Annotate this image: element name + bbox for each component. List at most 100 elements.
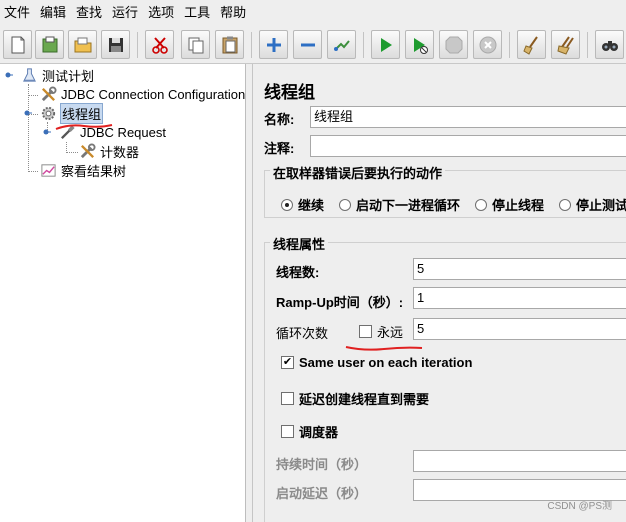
same-user-checkbox[interactable]: ✔ Same user on each iteration: [281, 355, 472, 370]
tree-node-jdbc-connection-configuration[interactable]: JDBC Connection Configuration: [39, 85, 246, 104]
save-icon: [108, 37, 123, 52]
tree-node-view-results-tree[interactable]: 察看结果树: [39, 161, 127, 180]
open-button[interactable]: [68, 30, 97, 59]
test-plan-icon: [20, 67, 38, 85]
search-button[interactable]: [595, 30, 624, 59]
collapse-all-button[interactable]: [293, 30, 322, 59]
start-button[interactable]: [371, 30, 400, 59]
toolbar-separator: [363, 32, 364, 58]
minus-icon: [300, 43, 315, 46]
radio-label: 启动下一进程循环: [356, 198, 461, 213]
new-button[interactable]: [3, 30, 32, 59]
shutdown-button[interactable]: [473, 30, 502, 59]
rampup-label: Ramp-Up时间（秒）:: [276, 295, 404, 310]
delay-thread-creation-checkbox[interactable]: 延迟创建线程直到需要: [281, 389, 429, 408]
checkbox-indicator: ✔: [281, 356, 294, 369]
menu-options[interactable]: 选项: [144, 0, 180, 26]
duration-field[interactable]: [413, 450, 626, 472]
radio-stop-test[interactable]: 停止测试: [559, 195, 626, 214]
radio-label: 停止测试: [576, 198, 626, 213]
wrench-icon: [39, 86, 57, 104]
rampup-field[interactable]: 1: [413, 287, 626, 309]
threads-field[interactable]: 5: [413, 258, 626, 280]
menu-search[interactable]: 查找: [72, 0, 108, 26]
tree-node-label: JDBC Connection Configuration: [61, 87, 246, 102]
broom-icon: [522, 35, 538, 55]
shutdown-icon: [479, 36, 496, 53]
cut-button[interactable]: [145, 30, 174, 59]
delay-label: 延迟创建线程直到需要: [299, 392, 430, 407]
radio-start-next-loop[interactable]: 启动下一进程循环: [339, 195, 460, 214]
play-no-pause-icon: [413, 37, 428, 54]
tree-node-label: 察看结果树: [61, 164, 127, 179]
checkbox-indicator: [281, 425, 294, 438]
chart-icon: [39, 162, 57, 180]
radio-indicator: [339, 198, 351, 211]
scissors-icon: [151, 36, 168, 54]
plus-icon: [266, 37, 281, 52]
tree-node-label: 测试计划: [42, 69, 95, 84]
start-no-pauses-button[interactable]: [405, 30, 434, 59]
menu-tools[interactable]: 工具: [180, 0, 216, 26]
toolbar-separator: [509, 32, 510, 58]
tree-expand-handle[interactable]: [24, 110, 33, 119]
radio-indicator: [475, 198, 487, 211]
annotation-underline: [345, 346, 423, 351]
watermark: CSDN @PS测: [547, 501, 612, 512]
split-divider[interactable]: [246, 64, 253, 522]
startup-delay-label: 启动延迟（秒）: [276, 486, 368, 501]
clear-all-button[interactable]: [551, 30, 580, 59]
radio-indicator: [281, 198, 293, 211]
tree-node-counter[interactable]: 计数器: [78, 142, 140, 161]
paste-button[interactable]: [215, 30, 244, 59]
radio-stop-thread[interactable]: 停止线程: [475, 195, 544, 214]
loop-count-field[interactable]: 5: [413, 318, 626, 340]
tree-expand-handle[interactable]: [5, 72, 14, 81]
menu-help[interactable]: 帮助: [216, 0, 252, 26]
radio-continue[interactable]: 继续: [281, 195, 324, 214]
checkbox-indicator: [359, 325, 372, 338]
toggle-button[interactable]: [327, 30, 356, 59]
forever-checkbox[interactable]: 永远: [359, 322, 403, 341]
toolbar-separator: [587, 32, 588, 58]
broom-double-icon: [556, 35, 574, 55]
tree-node-label: 计数器: [100, 145, 140, 160]
stop-button[interactable]: [439, 30, 468, 59]
threads-label: 线程数:: [276, 265, 320, 280]
name-label: 名称:: [264, 112, 295, 127]
comment-label: 注释:: [264, 141, 295, 156]
tree-connector: [28, 95, 38, 96]
scheduler-label: 调度器: [299, 425, 339, 440]
radio-indicator: [559, 198, 571, 211]
page-title: 线程组: [264, 83, 315, 102]
paste-icon: [222, 36, 237, 53]
templates-icon: [42, 36, 57, 52]
clear-button[interactable]: [517, 30, 546, 59]
error-action-title: 在取样器错误后要执行的动作: [270, 163, 446, 182]
expand-all-button[interactable]: [259, 30, 288, 59]
tree-connector: [66, 152, 78, 153]
tree-connector: [28, 171, 38, 172]
copy-icon: [188, 37, 203, 53]
menu-edit[interactable]: 编辑: [36, 0, 72, 26]
tree-connector: [28, 84, 29, 172]
binoculars-icon: [601, 40, 618, 51]
duration-label: 持续时间（秒）: [276, 457, 368, 472]
save-button[interactable]: [101, 30, 130, 59]
folder-open-icon: [74, 37, 91, 52]
name-field[interactable]: 线程组: [310, 106, 626, 128]
tree-node-test-plan[interactable]: 测试计划: [20, 66, 95, 85]
annotation-underline: [55, 124, 113, 130]
toggle-icon: [333, 39, 350, 51]
templates-button[interactable]: [35, 30, 64, 59]
radio-label: 继续: [298, 198, 325, 213]
menu-run[interactable]: 运行: [108, 0, 144, 26]
scheduler-checkbox[interactable]: 调度器: [281, 422, 338, 441]
comment-field[interactable]: [310, 135, 626, 157]
toolbar: [0, 26, 626, 64]
copy-button[interactable]: [181, 30, 210, 59]
thread-group-panel: 线程组 名称: 线程组 注释: 在取样器错误后要执行的动作 继续 启动下一进程循…: [254, 64, 626, 522]
tree-expand-handle[interactable]: [43, 129, 52, 138]
toolbar-separator: [251, 32, 252, 58]
menu-file[interactable]: 文件: [0, 0, 36, 26]
